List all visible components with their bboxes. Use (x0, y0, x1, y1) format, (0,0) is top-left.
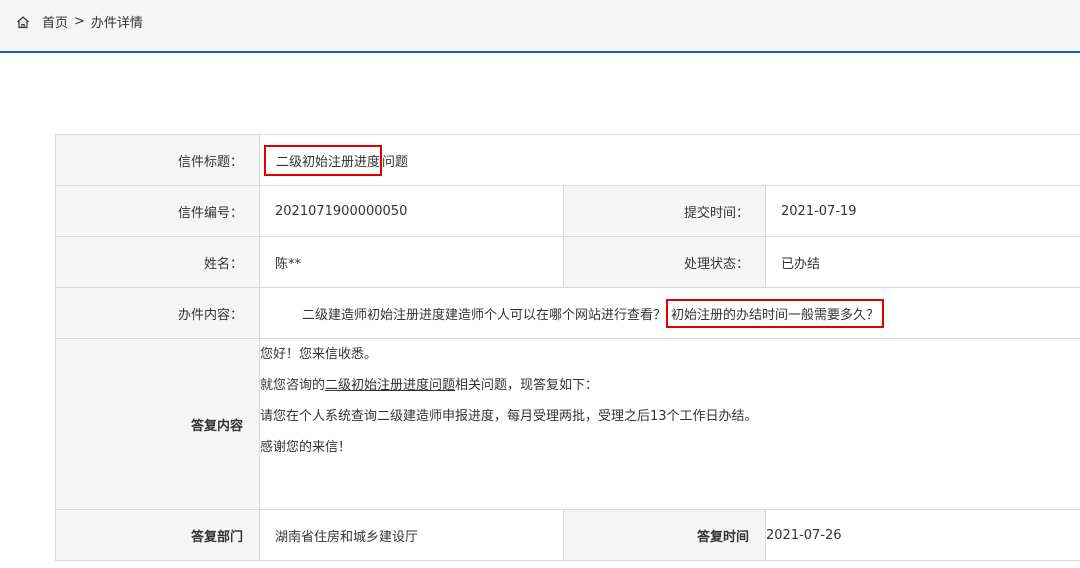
content-highlight-box: 初始注册的办结时间一般需要多久？ (666, 298, 885, 328)
top-bar: 首页 > 办件详情 (0, 0, 1080, 53)
title-label: 信件标题： (55, 134, 260, 186)
content-highlight-text: 初始注册的办结时间一般需要多久？ (671, 307, 880, 323)
reply-content: 您好！您来信收悉。 就您咨询的二级初始注册进度问题相关问题，现答复如下： 请您在… (258, 338, 1080, 510)
breadcrumb-separator: > (74, 14, 85, 29)
reply-line-answer: 请您在个人系统查询二级建造师申报进度，每月受理两批，受理之后13个工作日办结。 (260, 409, 758, 424)
title-highlight-text: 二级初始注册进度 (276, 154, 381, 170)
reply-line-thanks: 感谢您的来信！ (260, 440, 352, 455)
reply-time-label: 答复时间 (563, 509, 766, 561)
letter-detail-table: 信件标题： 二级初始注册进度 问题 信件编号： 2021071900000050 … (55, 134, 1080, 561)
reply-time-value: 2021-07-26 (764, 509, 1080, 561)
reply-line-intro: 就您咨询的二级初始注册进度问题相关问题，现答复如下： (260, 370, 1080, 401)
number-label: 信件编号： (55, 185, 260, 237)
number-row: 信件编号： 2021071900000050 提交时间： 2021-07-19 (55, 185, 1080, 237)
dept-label: 答复部门 (55, 509, 260, 561)
title-value: 二级初始注册进度 问题 (258, 134, 1080, 186)
content-plain-text: 二级建造师初始注册进度建造师个人可以在哪个网站进行查看？ (302, 307, 667, 323)
title-highlight-box: 二级初始注册进度 (264, 144, 383, 176)
reply-row: 答复内容 您好！您来信收悉。 就您咨询的二级初始注册进度问题相关问题，现答复如下… (55, 338, 1080, 510)
breadcrumb-home-link[interactable]: 首页 (42, 12, 68, 31)
status-label: 处理状态： (563, 236, 766, 288)
content-row: 办件内容： 二级建造师初始注册进度建造师个人可以在哪个网站进行查看？ 初始注册的办… (55, 287, 1080, 339)
reply-label: 答复内容 (55, 338, 260, 510)
home-icon[interactable] (16, 15, 30, 29)
breadcrumb: 首页 > 办件详情 (16, 12, 143, 31)
reply-intro-pre: 就您咨询的 (260, 378, 326, 393)
dept-row: 答复部门 湖南省住房和城乡建设厅 答复时间 2021-07-26 (55, 509, 1080, 561)
content-label: 办件内容： (55, 287, 260, 339)
name-row: 姓名： 陈** 处理状态： 已办结 (55, 236, 1080, 288)
breadcrumb-current: 办件详情 (90, 16, 143, 31)
submit-time-label: 提交时间： (563, 185, 766, 237)
submit-time-value: 2021-07-19 (764, 185, 1080, 237)
status-value: 已办结 (764, 236, 1080, 288)
title-rest-text: 问题 (382, 154, 409, 170)
reply-line-greeting: 您好！您来信收悉。 (260, 347, 378, 362)
reply-topic-link: 二级初始注册进度问题 (325, 378, 456, 393)
name-value: 陈** (259, 236, 564, 288)
content-value: 二级建造师初始注册进度建造师个人可以在哪个网站进行查看？ 初始注册的办结时间一般需… (258, 287, 1080, 339)
number-value: 2021071900000050 (259, 185, 564, 237)
dept-value: 湖南省住房和城乡建设厅 (259, 509, 564, 561)
name-label: 姓名： (55, 236, 260, 288)
title-row: 信件标题： 二级初始注册进度 问题 (55, 134, 1080, 186)
reply-intro-post: 相关问题，现答复如下： (455, 378, 599, 393)
